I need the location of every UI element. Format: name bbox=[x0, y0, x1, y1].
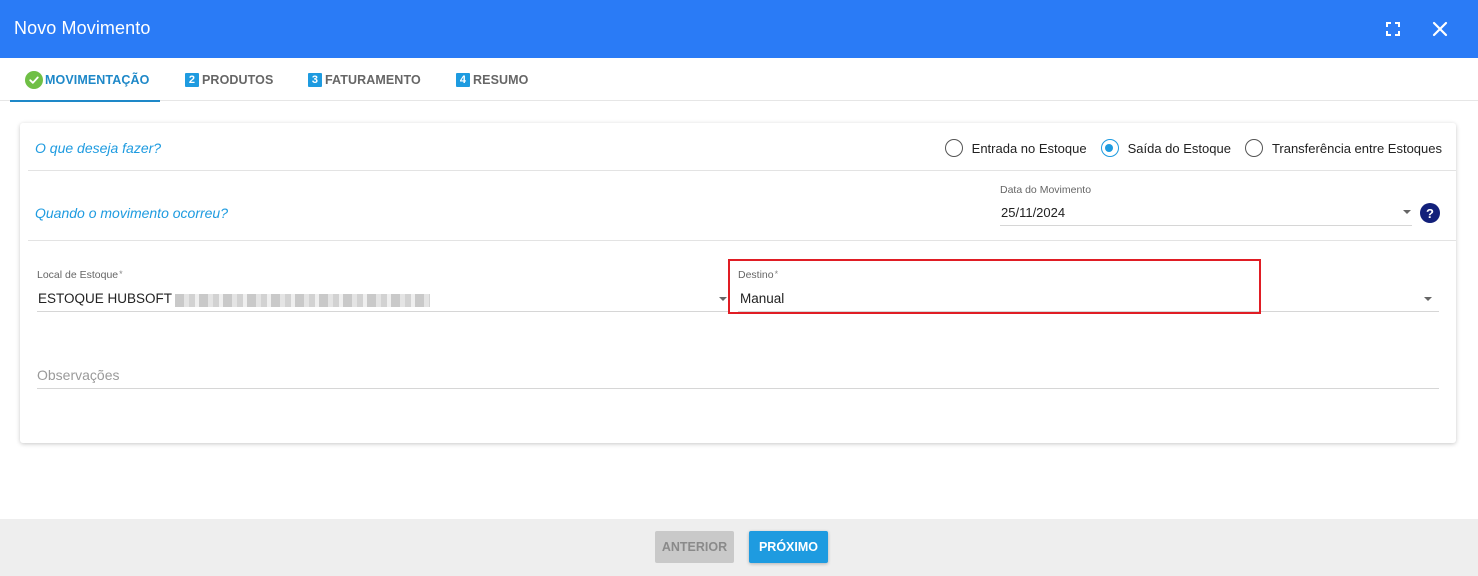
radio-label: Transferência entre Estoques bbox=[1271, 140, 1442, 156]
tab-faturamento[interactable]: 3 FATURAMENTO bbox=[308, 58, 421, 101]
question-when: Quando o movimento ocorreu? bbox=[35, 205, 228, 221]
radio-checked-icon bbox=[1100, 139, 1119, 157]
stock-location-dropdown-icon[interactable] bbox=[719, 297, 727, 301]
step-number-badge: 2 bbox=[185, 72, 199, 87]
stock-location-label: Local de Estoque* bbox=[37, 269, 123, 281]
tab-resumo[interactable]: 4 RESUMO bbox=[456, 58, 528, 101]
radio-saida-estoque[interactable]: Saída do Estoque bbox=[1100, 139, 1231, 157]
tab-label: FATURAMENTO bbox=[325, 72, 421, 87]
tab-produtos[interactable]: 2 PRODUTOS bbox=[185, 58, 273, 101]
help-icon[interactable]: ? bbox=[1420, 203, 1440, 223]
tab-movimentacao[interactable]: MOVIMENTAÇÃO bbox=[10, 58, 160, 102]
stock-location-underline bbox=[37, 311, 730, 312]
divider bbox=[28, 240, 1456, 241]
dialog-header: Novo Movimento bbox=[0, 0, 1478, 58]
radio-label: Entrada no Estoque bbox=[971, 140, 1087, 156]
tab-label: RESUMO bbox=[473, 72, 529, 87]
active-tab-indicator bbox=[10, 100, 160, 102]
radio-circle-icon bbox=[944, 139, 963, 157]
destination-dropdown-icon[interactable] bbox=[1424, 297, 1432, 301]
question-action: O que deseja fazer? bbox=[35, 140, 162, 156]
date-field-underline bbox=[1000, 225, 1412, 226]
dialog-footer: ANTERIOR PRÓXIMO bbox=[0, 519, 1478, 576]
next-button[interactable]: PRÓXIMO bbox=[749, 531, 828, 563]
divider bbox=[28, 170, 1456, 171]
radio-transferencia-estoques[interactable]: Transferência entre Estoques bbox=[1244, 139, 1442, 157]
date-field-input[interactable]: 25/11/2024 bbox=[1001, 205, 1065, 220]
movement-type-radio-group: Entrada no Estoque Saída do Estoque Tran… bbox=[931, 139, 1442, 157]
new-movement-dialog: Novo Movimento MOVIMENTAÇÃO 2 PRODUTOS 3… bbox=[0, 0, 1478, 576]
fullscreen-icon[interactable] bbox=[1380, 16, 1406, 42]
tab-label: MOVIMENTAÇÃO bbox=[45, 72, 150, 87]
dialog-title: Novo Movimento bbox=[14, 18, 151, 38]
step-number-badge: 4 bbox=[456, 72, 470, 87]
close-icon[interactable] bbox=[1427, 16, 1453, 42]
redacted-text bbox=[175, 294, 430, 307]
radio-circle-icon bbox=[1244, 139, 1263, 157]
radio-entrada-estoque[interactable]: Entrada no Estoque bbox=[944, 139, 1087, 157]
previous-button[interactable]: ANTERIOR bbox=[655, 531, 734, 563]
stock-location-select[interactable]: ESTOQUE HUBSOFT - bbox=[38, 291, 180, 306]
tab-label: PRODUTOS bbox=[202, 72, 274, 87]
notes-underline bbox=[37, 388, 1439, 389]
check-circle-icon bbox=[25, 70, 43, 89]
destination-highlight-box bbox=[728, 259, 1261, 314]
step-tabs: MOVIMENTAÇÃO 2 PRODUTOS 3 FATURAMENTO 4 … bbox=[0, 58, 1478, 102]
notes-input[interactable]: Observações bbox=[37, 367, 119, 383]
step-number-badge: 3 bbox=[308, 72, 322, 87]
date-field-label: Data do Movimento bbox=[1000, 184, 1092, 196]
date-dropdown-icon[interactable] bbox=[1403, 210, 1411, 214]
radio-label: Saída do Estoque bbox=[1127, 140, 1231, 156]
